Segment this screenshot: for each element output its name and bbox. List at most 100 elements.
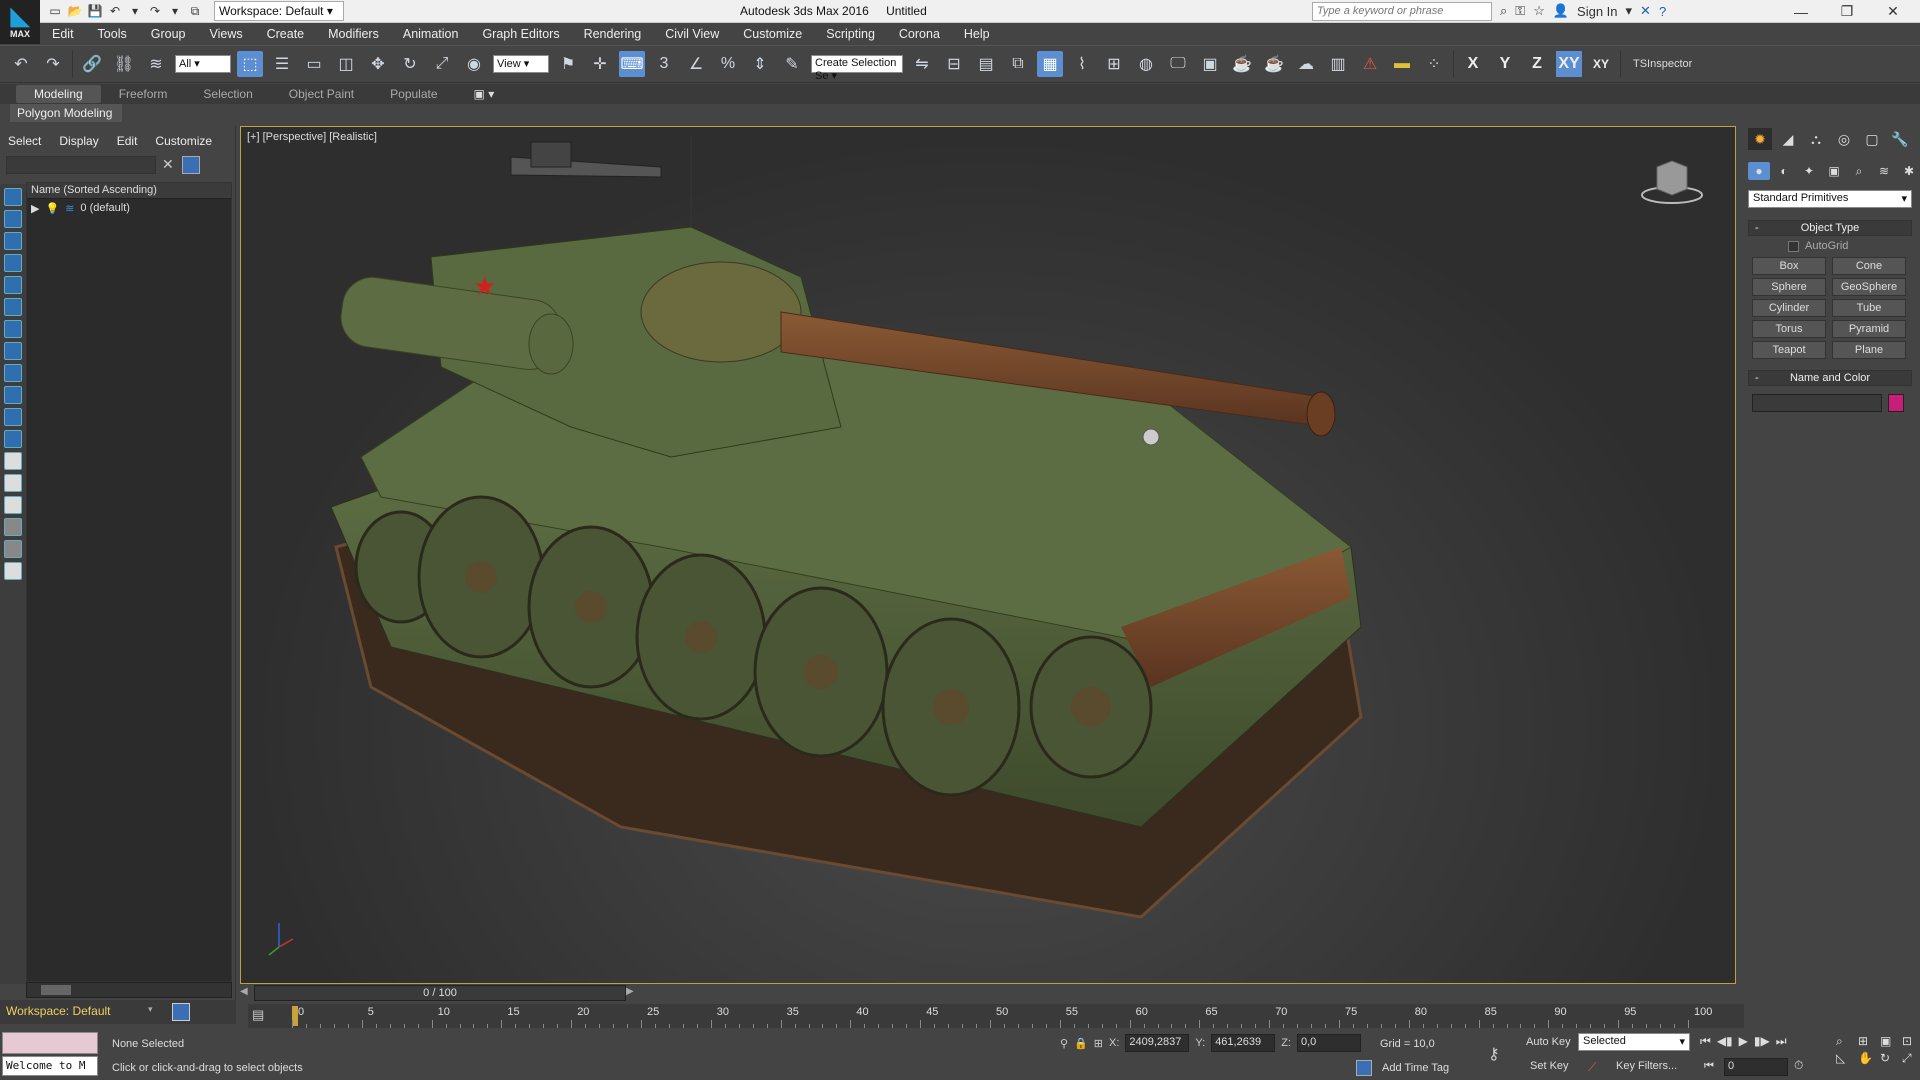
menu-civil-view[interactable]: Civil View <box>653 27 731 41</box>
menu-rendering[interactable]: Rendering <box>572 27 654 41</box>
set-key-curve-icon[interactable]: ⟋ <box>1588 1060 1596 1075</box>
select-and-scale-icon[interactable]: ⤢ <box>429 51 455 77</box>
se-menu-display[interactable]: Display <box>59 134 98 148</box>
tab-selection[interactable]: Selection <box>185 85 270 103</box>
reference-coordinate-dropdown[interactable]: View ▾ <box>493 55 549 73</box>
menu-graph-editors[interactable]: Graph Editors <box>470 27 571 41</box>
rollout-header-object-type[interactable]: Object Type <box>1748 220 1912 236</box>
utilities-tab-icon[interactable]: 🔧 <box>1888 128 1912 150</box>
helpers-category-icon[interactable]: ⌕ <box>1848 162 1870 180</box>
display-lights-icon[interactable] <box>4 232 22 250</box>
display-tab-icon[interactable]: ▢ <box>1860 128 1884 150</box>
display-shapes-icon[interactable] <box>4 210 22 228</box>
motion-tab-icon[interactable]: ◎ <box>1832 128 1856 150</box>
curve-editor-icon[interactable]: ⌇ <box>1069 51 1095 77</box>
open-file-icon[interactable]: 📂 <box>66 2 84 20</box>
scene-explorer-search-input[interactable] <box>6 156 156 174</box>
redo-icon[interactable]: ↷ <box>146 2 164 20</box>
tab-modeling[interactable]: Modeling <box>16 85 101 103</box>
perspective-viewport[interactable]: [+] [Perspective] [Realistic] ★ <box>240 126 1736 984</box>
time-slider-next-icon[interactable]: ▶ <box>626 986 634 997</box>
clear-search-icon[interactable]: ✕ <box>162 156 174 173</box>
auto-key-button[interactable]: Auto Key <box>1526 1036 1571 1048</box>
menu-tools[interactable]: Tools <box>86 27 139 41</box>
display-helpers-icon[interactable] <box>4 276 22 294</box>
redo-icon[interactable]: ↷ <box>40 51 66 77</box>
layer-filter-icon[interactable] <box>4 540 22 558</box>
schematic-view-icon[interactable]: ⊞ <box>1101 51 1127 77</box>
maxscript-mini-listener-output[interactable] <box>2 1032 98 1054</box>
edit-named-selection-icon[interactable]: ✎ <box>779 51 805 77</box>
systems-category-icon[interactable]: ✱ <box>1898 162 1920 180</box>
pivot-center-icon[interactable]: ⚑ <box>555 51 581 77</box>
zoom-extents-icon[interactable]: ▣ <box>1880 1034 1900 1049</box>
modify-tab-icon[interactable]: ◢ <box>1776 128 1800 150</box>
trackbar[interactable]: ▤ 0 5 10 15 20 25 30 35 40 45 50 55 60 65 70 75 80 85 90 95… <box>248 1004 1744 1028</box>
time-config-icon[interactable]: ⏱ <box>1794 1058 1803 1073</box>
tube-button[interactable]: Tube <box>1832 299 1906 317</box>
menu-edit[interactable]: Edit <box>40 27 86 41</box>
unlink-selection-icon[interactable]: ⛓ <box>111 51 137 77</box>
horizontal-scrollbar[interactable] <box>26 982 232 998</box>
ribbon-options-icon[interactable]: ▣ ▾ <box>456 85 513 103</box>
axis-xy-cycle-button[interactable]: XY <box>1588 51 1614 77</box>
undo-icon[interactable]: ↶ <box>8 51 34 77</box>
user-icon[interactable]: 👤 <box>1553 3 1569 19</box>
toggle-scene-explorer-icon[interactable]: ▤ <box>973 51 999 77</box>
rectangular-selection-region-icon[interactable]: ▭ <box>301 51 327 77</box>
window-crossing-icon[interactable]: ◫ <box>333 51 359 77</box>
binoculars-icon[interactable]: ⌕ <box>1500 3 1507 19</box>
teapot-button[interactable]: Teapot <box>1752 341 1826 359</box>
mirror-icon[interactable]: ⇋ <box>909 51 935 77</box>
zoom-icon[interactable]: ⌕ <box>1836 1034 1856 1049</box>
display-geometry-icon[interactable] <box>4 188 22 206</box>
box-button[interactable]: Box <box>1752 257 1826 275</box>
autogrid-box[interactable] <box>1788 240 1799 252</box>
keyboard-shortcut-override-icon[interactable]: ⌨ <box>619 51 645 77</box>
zoom-all-icon[interactable]: ⊞ <box>1858 1034 1878 1049</box>
object-name-field[interactable] <box>1752 394 1882 412</box>
menu-scripting[interactable]: Scripting <box>814 27 887 41</box>
menu-modifiers[interactable]: Modifiers <box>316 27 391 41</box>
render-production-icon[interactable]: ☕ <box>1229 51 1255 77</box>
isolate-selection-icon[interactable]: ⚲ <box>1060 1037 1068 1050</box>
tsinspector-button[interactable]: TSInspector <box>1627 58 1698 70</box>
select-and-rotate-icon[interactable]: ↻ <box>397 51 423 77</box>
list-item[interactable]: ▶ 💡 ≋ 0 (default) <box>27 199 231 217</box>
maxscript-listener[interactable]: Welcome to M <box>2 1032 98 1078</box>
menu-animation[interactable]: Animation <box>391 27 471 41</box>
minimize-button[interactable]: — <box>1778 0 1824 23</box>
percent-snap-icon[interactable]: % <box>715 51 741 77</box>
tab-object-paint[interactable]: Object Paint <box>271 85 372 103</box>
filter-icon[interactable] <box>182 156 200 174</box>
display-frozen-icon[interactable] <box>4 408 22 426</box>
sign-in-link[interactable]: Sign In <box>1577 4 1617 19</box>
sphere-button[interactable]: Sphere <box>1752 278 1826 296</box>
torus-button[interactable]: Torus <box>1752 320 1826 338</box>
select-and-link-icon[interactable]: 🔗 <box>79 51 105 77</box>
expand-arrow-icon[interactable]: ▶ <box>31 202 39 215</box>
hierarchy-tab-icon[interactable]: ⛬ <box>1804 128 1828 150</box>
axis-xy-button[interactable]: XY <box>1556 51 1582 77</box>
corona-render-icon[interactable]: ⚠ <box>1357 51 1383 77</box>
select-manipulate-icon[interactable]: ✛ <box>587 51 613 77</box>
time-tag-icon[interactable] <box>1356 1060 1372 1076</box>
render-iterative-icon[interactable]: ☕ <box>1261 51 1287 77</box>
menu-corona[interactable]: Corona <box>887 27 952 41</box>
scroll-thumb[interactable] <box>41 985 71 995</box>
zoom-extents-all-icon[interactable]: ⊡ <box>1902 1034 1920 1049</box>
menu-help[interactable]: Help <box>952 27 1002 41</box>
primitive-type-dropdown[interactable]: Standard Primitives ▾ <box>1748 190 1912 208</box>
select-all-icon[interactable] <box>4 452 22 470</box>
corona-vfb-icon[interactable]: ⁘ <box>1421 51 1447 77</box>
go-to-end-icon[interactable]: ⏭ <box>1776 1034 1787 1049</box>
selection-lock-icon[interactable]: 🔒 <box>1074 1037 1088 1050</box>
menu-views[interactable]: Views <box>197 27 254 41</box>
se-menu-edit[interactable]: Edit <box>117 134 138 148</box>
geometry-category-icon[interactable]: ● <box>1748 162 1770 180</box>
render-in-cloud-icon[interactable]: ☁ <box>1293 51 1319 77</box>
cone-button[interactable]: Cone <box>1832 257 1906 275</box>
help-icon[interactable]: ? <box>1659 4 1666 19</box>
current-frame-field[interactable]: 0 <box>1724 1058 1788 1076</box>
display-containers-icon[interactable] <box>4 386 22 404</box>
